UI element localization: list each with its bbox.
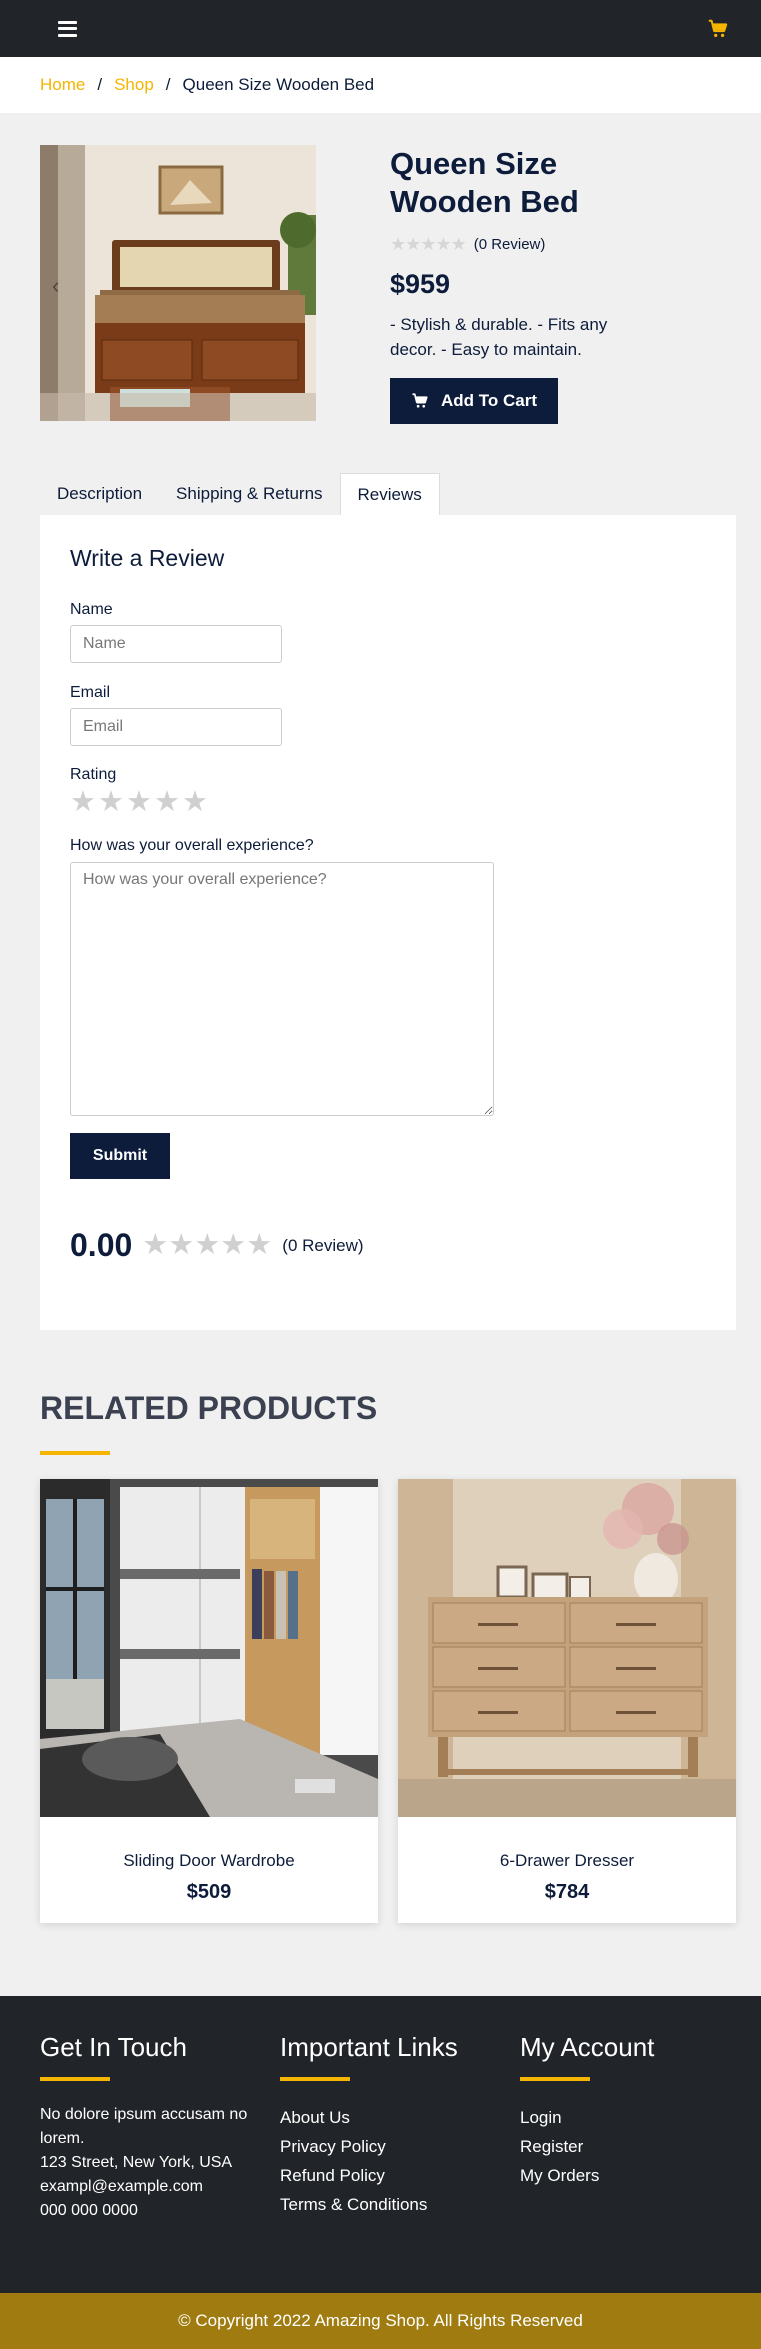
breadcrumb-home-link[interactable]: Home	[40, 75, 85, 95]
star-icon: ★	[435, 234, 451, 254]
chevron-left-icon[interactable]: ‹	[52, 273, 59, 299]
rating-stars: ★ ★ ★ ★ ★	[390, 234, 467, 254]
footer-street: 123 Street, New York, USA	[40, 2154, 233, 2171]
star-icon[interactable]: ★	[70, 788, 96, 817]
product-title: Queen Size Wooden Bed	[390, 146, 579, 219]
product-card-price: $784	[544, 1881, 590, 1903]
breadcrumb: Home / Shop / Queen Size Wooden Bed	[0, 57, 761, 113]
star-icon[interactable]: ★	[126, 788, 152, 817]
name-label: Name	[70, 601, 113, 618]
star-icon: ★	[405, 234, 421, 254]
footer-link-terms[interactable]: Terms & Conditions	[280, 2190, 510, 2219]
footer-link-about[interactable]: About Us	[280, 2103, 510, 2132]
name-input[interactable]	[70, 625, 282, 663]
footer-account-heading: My Account	[520, 2032, 655, 2062]
footer-link-orders[interactable]: My Orders	[520, 2161, 750, 2190]
copyright-bar: © Copyright 2022 Amazing Shop. All Right…	[0, 2293, 761, 2349]
star-icon[interactable]: ★	[98, 788, 124, 817]
star-icon: ★	[390, 234, 406, 254]
breadcrumb-current: Queen Size Wooden Bed	[182, 75, 375, 94]
product-info: Queen Size Wooden Bed ★ ★ ★ ★ ★ (0 Revie…	[390, 145, 650, 424]
footer-link-register[interactable]: Register	[520, 2132, 750, 2161]
rating-label: Rating	[70, 766, 117, 783]
product-short-description: - Stylish & durable. - Fits any decor. -…	[390, 315, 608, 359]
star-icon: ★	[194, 1229, 221, 1261]
breadcrumb-shop-link[interactable]: Shop	[114, 75, 154, 95]
tab-reviews[interactable]: Reviews	[339, 473, 440, 515]
breadcrumb-separator: /	[97, 75, 103, 94]
breadcrumb-separator: /	[165, 75, 171, 94]
submit-button[interactable]: Submit	[70, 1133, 170, 1179]
shopping-cart-icon	[412, 393, 428, 408]
average-review-count: (0 Review)	[282, 1235, 364, 1255]
footer: Get In Touch No dolore ipsum accusam no …	[0, 1996, 761, 2293]
average-rating-value: 0.00	[70, 1227, 133, 1263]
star-icon: ★	[220, 1229, 247, 1261]
product-tabs: Description Shipping & Returns Reviews	[40, 473, 440, 515]
tab-description[interactable]: Description	[40, 473, 159, 515]
review-count[interactable]: (0 Review)	[474, 236, 546, 253]
tab-shipping-returns[interactable]: Shipping & Returns	[159, 473, 339, 515]
star-icon[interactable]: ★	[182, 788, 208, 817]
heading-underline	[280, 2077, 350, 2081]
footer-account: My Account Login Register My Orders	[520, 2032, 750, 2190]
star-icon: ★	[420, 234, 436, 254]
footer-links: Important Links About Us Privacy Policy …	[280, 2032, 510, 2219]
write-review-heading: Write a Review	[70, 545, 225, 571]
footer-address: No dolore ipsum accusam no lorem.	[40, 2106, 248, 2147]
add-to-cart-label: Add To Cart	[440, 391, 537, 410]
related-products-heading: RELATED PRODUCTS	[40, 1390, 378, 1426]
footer-phone: 000 000 0000	[40, 2202, 138, 2219]
experience-textarea[interactable]	[70, 862, 494, 1116]
product-card-price: $509	[186, 1881, 232, 1903]
product-image[interactable]: ‹	[40, 145, 316, 421]
star-icon: ★	[246, 1229, 273, 1261]
hamburger-menu-icon[interactable]	[58, 20, 77, 37]
footer-link-privacy[interactable]: Privacy Policy	[280, 2132, 510, 2161]
heading-underline	[40, 2077, 110, 2081]
product-card-name[interactable]: 6-Drawer Dresser	[398, 1851, 736, 1871]
page: Home / Shop / Queen Size Wooden Bed ‹ Qu…	[0, 0, 761, 2349]
footer-email: exampl@example.com	[40, 2178, 203, 2195]
footer-contact: Get In Touch No dolore ipsum accusam no …	[40, 2032, 270, 2223]
star-icon: ★	[168, 1229, 195, 1261]
product-card[interactable]: 6-Drawer Dresser $784	[398, 1479, 736, 1923]
experience-label: How was your overall experience?	[70, 837, 314, 854]
top-navbar	[0, 0, 761, 57]
star-icon: ★	[450, 234, 467, 254]
add-to-cart-button[interactable]: Add To Cart	[390, 378, 558, 424]
product-rating: ★ ★ ★ ★ ★ (0 Review)	[390, 235, 650, 253]
star-icon: ★	[142, 1229, 169, 1261]
product-card[interactable]: Sliding Door Wardrobe $509	[40, 1479, 378, 1923]
footer-links-heading: Important Links	[280, 2032, 458, 2062]
heading-underline	[520, 2077, 590, 2081]
product-card-image[interactable]	[40, 1479, 378, 1817]
email-label: Email	[70, 684, 111, 701]
email-input[interactable]	[70, 708, 282, 746]
reviews-panel: Write a Review Name Email Rating ★ ★ ★ ★…	[40, 515, 736, 1330]
footer-link-login[interactable]: Login	[520, 2103, 750, 2132]
product-price: $959	[390, 269, 451, 299]
shopping-cart-icon[interactable]	[707, 18, 729, 40]
footer-contact-heading: Get In Touch	[40, 2032, 187, 2062]
rating-input[interactable]: ★ ★ ★ ★ ★	[70, 788, 208, 817]
product-card-name[interactable]: Sliding Door Wardrobe	[40, 1851, 378, 1871]
product-card-image[interactable]	[398, 1479, 736, 1817]
heading-underline	[40, 1451, 110, 1455]
average-rating: 0.00 ★ ★ ★ ★ ★ (0 Review)	[70, 1227, 364, 1264]
footer-link-refund[interactable]: Refund Policy	[280, 2161, 510, 2190]
star-icon[interactable]: ★	[154, 788, 180, 817]
